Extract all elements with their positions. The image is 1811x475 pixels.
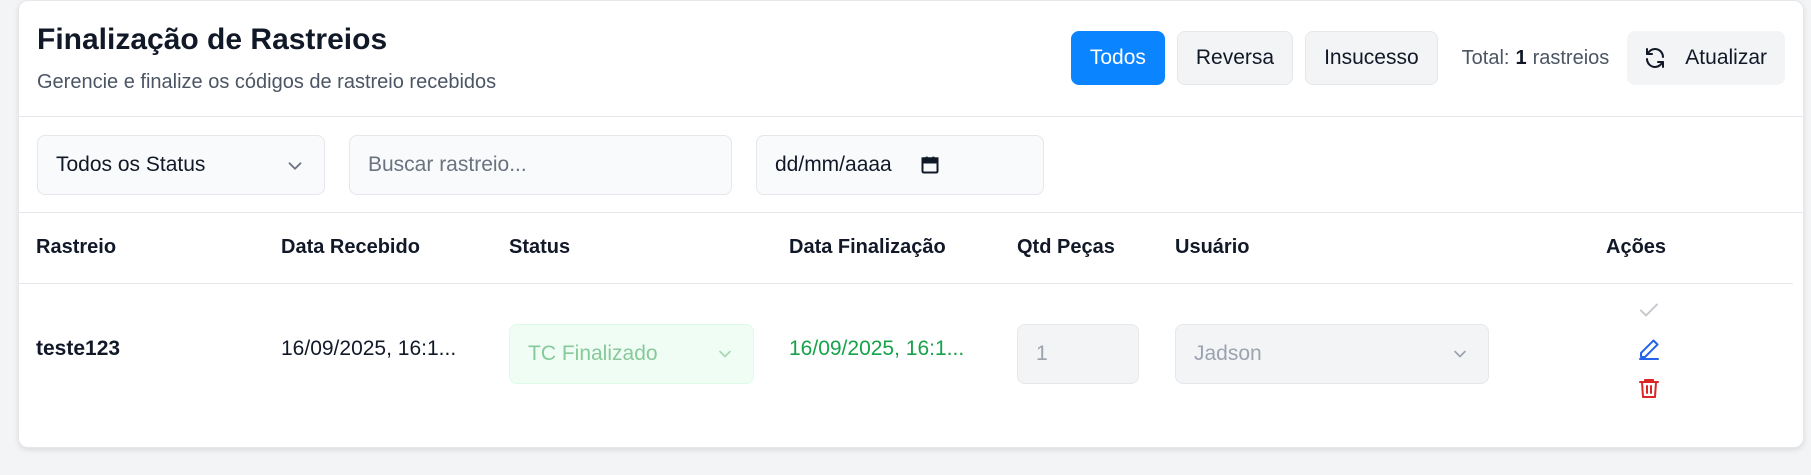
column-qtd-pecas: Qtd Peças — [1017, 236, 1115, 258]
column-rastreio: Rastreio — [36, 236, 117, 258]
filter-reversa-button[interactable]: Reversa — [1176, 31, 1294, 85]
row-rastreio: teste123 — [36, 337, 121, 360]
table-header: Rastreio Data Recebido Status Data Final… — [18, 214, 1793, 284]
row-qtd-value: 1 — [1036, 342, 1048, 365]
column-status: Status — [509, 236, 571, 258]
row-actions — [1637, 298, 1661, 415]
page-title: Finalização de Rastreios — [37, 23, 388, 56]
status-filter-value: Todos os Status — [56, 153, 206, 176]
calendar-icon[interactable] — [920, 155, 940, 175]
row-data-finalizacao: 16/09/2025, 16:1... — [789, 337, 965, 360]
date-placeholder: dd/mm/aaaa — [775, 153, 892, 176]
refresh-label: Atualizar — [1685, 46, 1767, 69]
chevron-down-icon — [288, 162, 302, 170]
edit-icon[interactable] — [1637, 337, 1661, 361]
column-acoes: Ações — [1606, 236, 1667, 258]
row-status-select[interactable]: TC Finalizado — [509, 324, 754, 384]
card-header: Finalização de Rastreios Gerencie e fina… — [19, 1, 1803, 117]
row-usuario-value: Jadson — [1194, 342, 1262, 365]
row-qtd-input[interactable]: 1 — [1017, 324, 1139, 384]
total-number: 1 — [1515, 46, 1527, 69]
page-subtitle: Gerencie e finalize os códigos de rastre… — [37, 71, 497, 93]
total-suffix: rastreios — [1532, 46, 1610, 69]
chevron-down-icon — [719, 350, 731, 358]
search-placeholder: Buscar rastreio... — [368, 153, 527, 176]
trash-icon[interactable] — [1637, 376, 1661, 400]
row-data-recebido: 16/09/2025, 16:1... — [281, 337, 457, 360]
chevron-down-icon — [1454, 350, 1466, 358]
filter-insucesso-button[interactable]: Insucesso — [1305, 31, 1438, 85]
filters-bar: Todos os Status Buscar rastreio... dd/mm… — [19, 117, 1803, 213]
filter-todos-button[interactable]: Todos — [1070, 31, 1165, 85]
row-status-value: TC Finalizado — [528, 342, 658, 365]
header-controls: Todos Reversa Insucesso Total: 1 rastrei… — [1070, 31, 1785, 85]
refresh-button[interactable]: Atualizar — [1627, 31, 1785, 85]
column-data-finalizacao: Data Finalização — [789, 236, 946, 258]
date-input[interactable]: dd/mm/aaaa — [756, 135, 1044, 195]
refresh-icon — [1646, 48, 1665, 68]
row-usuario-select[interactable]: Jadson — [1175, 324, 1489, 384]
status-filter-select[interactable]: Todos os Status — [37, 135, 325, 195]
total-count: Total: 1 rastreios — [1462, 47, 1610, 70]
total-prefix: Total: — [1461, 46, 1510, 69]
table-row: teste123 16/09/2025, 16:1... TC Finaliza… — [18, 285, 1793, 415]
search-input[interactable]: Buscar rastreio... — [349, 135, 732, 195]
column-data-recebido: Data Recebido — [281, 236, 420, 258]
check-icon[interactable] — [1637, 298, 1661, 322]
column-usuario: Usuário — [1175, 236, 1250, 258]
